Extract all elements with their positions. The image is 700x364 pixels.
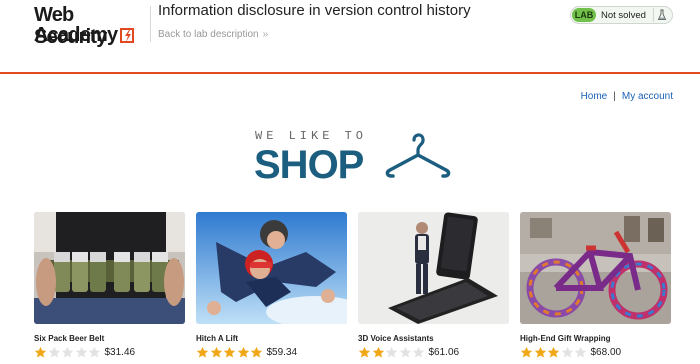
site-header: Web Security Academy Information disclos…: [0, 0, 700, 74]
double-chevron-right-icon: »: [262, 29, 269, 40]
product-price: $61.06: [428, 347, 460, 358]
product-rating: $59.34: [196, 346, 297, 359]
product-price: $31.46: [104, 347, 136, 358]
star-filled-icon: [372, 346, 384, 358]
product-image[interactable]: [520, 212, 671, 324]
star-empty-icon: [574, 346, 587, 358]
lab-status-text: Not solved: [601, 10, 646, 21]
product-rating: $31.46: [34, 346, 135, 359]
star-filled-icon: [534, 346, 546, 358]
star-rating: [34, 346, 102, 363]
nav-separator: |: [613, 91, 616, 102]
star-filled-icon: [358, 346, 371, 358]
star-filled-icon: [223, 346, 236, 358]
star-empty-icon: [48, 346, 60, 358]
product-image[interactable]: [358, 212, 509, 324]
logo-line-2: Academy: [34, 24, 118, 46]
product-name[interactable]: 3D Voice Assistants: [358, 334, 434, 343]
banner-headline: SHOP: [254, 143, 364, 187]
star-empty-icon: [561, 346, 573, 358]
star-filled-icon: [210, 346, 222, 358]
hanger-icon: [385, 133, 451, 178]
star-rating: [358, 346, 426, 363]
header-accent-rule: [0, 72, 700, 74]
product-name[interactable]: Hitch A Lift: [196, 334, 238, 343]
product-name[interactable]: High-End Gift Wrapping: [520, 334, 611, 343]
star-empty-icon: [385, 346, 398, 358]
product-image[interactable]: [34, 212, 185, 324]
product-card[interactable]: High-End Gift Wrapping $68.00: [520, 212, 671, 358]
lightning-bolt-icon: [120, 28, 134, 43]
product-card[interactable]: Six Pack Beer Belt $31.46: [34, 212, 185, 358]
star-filled-icon: [547, 346, 560, 358]
lab-status-widget: LAB Not solved: [570, 6, 673, 24]
star-rating: [520, 346, 588, 363]
home-link[interactable]: Home: [581, 91, 608, 102]
star-rating: [196, 346, 264, 363]
lab-badge: LAB: [572, 8, 596, 22]
header-divider: [150, 6, 151, 42]
product-image[interactable]: [196, 212, 347, 324]
product-price: $68.00: [590, 347, 622, 358]
star-empty-icon: [412, 346, 425, 358]
web-security-academy-logo[interactable]: Web Security Academy: [34, 4, 149, 48]
lab-title: Information disclosure in version contro…: [158, 2, 471, 19]
star-filled-icon: [196, 346, 209, 358]
top-nav: Home | My account: [581, 91, 673, 102]
star-empty-icon: [88, 346, 101, 358]
star-empty-icon: [61, 346, 74, 358]
back-link-label: Back to lab description: [158, 29, 259, 40]
product-rating: $68.00: [520, 346, 621, 359]
star-filled-icon: [34, 346, 47, 358]
product-price: $59.34: [266, 347, 298, 358]
product-card[interactable]: Hitch A Lift $59.34: [196, 212, 347, 358]
we-like-to-shop-banner: WE LIKE TO SHOP: [254, 128, 454, 188]
star-filled-icon: [250, 346, 263, 358]
my-account-link[interactable]: My account: [622, 91, 673, 102]
flask-icon: [653, 8, 670, 22]
product-name[interactable]: Six Pack Beer Belt: [34, 334, 104, 343]
back-to-lab-description-link[interactable]: Back to lab description»: [158, 29, 268, 40]
star-filled-icon: [237, 346, 249, 358]
banner-tagline: WE LIKE TO: [255, 129, 368, 143]
star-filled-icon: [520, 346, 533, 358]
star-empty-icon: [75, 346, 87, 358]
product-rating: $61.06: [358, 346, 459, 359]
star-empty-icon: [399, 346, 411, 358]
product-card[interactable]: 3D Voice Assistants $61.06: [358, 212, 509, 358]
